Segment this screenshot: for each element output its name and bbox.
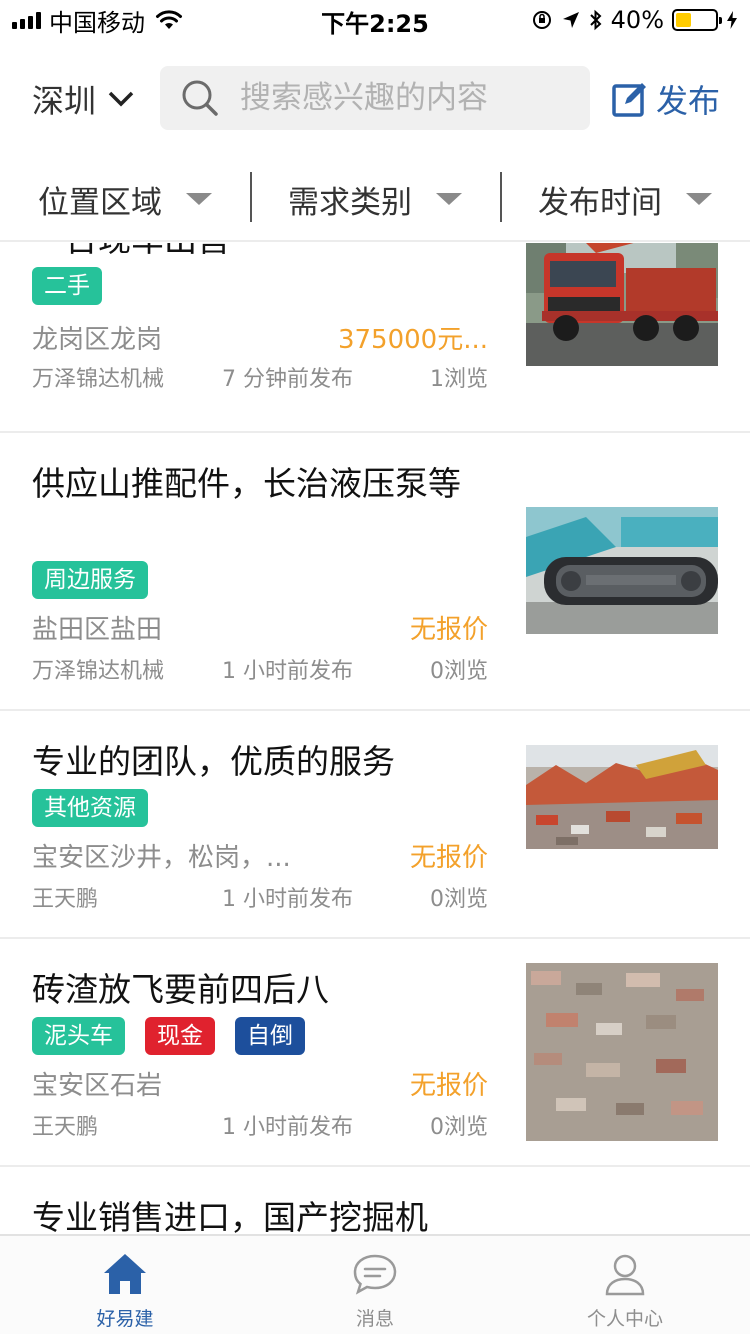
brick-debris-photo [526,963,718,1141]
listing-publisher: 万泽锦达机械 [32,659,165,684]
bluetooth-icon [589,9,602,31]
listing-tag: 其他资源 [32,789,148,827]
listing-meta: 王天鹏 1 小时前发布 0浏览 [32,1109,488,1141]
excavator-track-photo [526,507,718,634]
listing-meta: 万泽锦达机械 1 小时前发布 0浏览 [32,653,488,685]
brick-rubble-photo [526,745,718,849]
listing-price: 375000元... [337,325,488,355]
tab-messages[interactable]: 消息 [250,1236,500,1334]
listing-views: 1浏览 [430,367,488,392]
listing-publisher: 王天鹏 [32,1115,99,1140]
filter-label: 需求类别 [288,184,412,221]
listing-tags: 其他资源 [32,789,148,827]
listing-card[interactable]: 专业的团队，优质的服务 其他资源 宝安区沙井，松岗，... 无报价 王天鹏 1 … [0,711,750,939]
tab-home[interactable]: 好易建 [0,1236,250,1334]
charging-bolt-icon [727,11,737,29]
battery-icon [672,9,722,31]
app-screen: 中国移动 下午2:25 40% 深圳 搜索感兴趣的内容 发布 位置区域 需求类别… [0,0,750,1334]
listing-feed[interactable]: 一台现车出售 二手 龙岗区龙岗 375000元... 万泽锦达机械 7 分钟前发… [0,243,750,1234]
listing-title: 专业销售进口，国产挖掘机 [32,1198,428,1234]
listing-meta: 万泽锦达机械 7 分钟前发布 1浏览 [32,361,488,393]
search-bar[interactable] [160,66,590,130]
city-selector[interactable]: 深圳 [32,76,134,122]
tab-label: 消息 [355,1308,394,1330]
tab-label: 好易建 [96,1308,154,1330]
battery-percentage: 40% [610,6,664,34]
listing-card[interactable]: 专业销售进口，国产挖掘机 [0,1167,750,1234]
listing-thumbnail [526,243,718,366]
listing-card[interactable]: 一台现车出售 二手 龙岗区龙岗 375000元... 万泽锦达机械 7 分钟前发… [0,243,750,433]
listing-tag: 自倒 [235,1017,305,1055]
listing-tag: 周边服务 [32,561,148,599]
listing-published-time: 1 小时前发布 [222,1115,353,1140]
bottom-tab-bar: 好易建 消息 个人中心 [0,1234,750,1334]
filter-location[interactable]: 位置区域 [0,158,250,240]
tab-profile[interactable]: 个人中心 [500,1236,750,1334]
listing-thumbnail [526,507,718,634]
status-bar: 中国移动 下午2:25 40% [0,0,750,40]
listing-published-time: 1 小时前发布 [222,887,353,912]
listing-views: 0浏览 [430,1115,488,1140]
search-input[interactable] [240,80,560,116]
listing-thumbnail [526,963,718,1141]
home-icon [104,1254,146,1294]
listing-published-time: 1 小时前发布 [222,659,353,684]
listing-price: 无报价 [409,1071,488,1101]
listing-price: 无报价 [409,615,488,645]
listing-tag: 现金 [145,1017,215,1055]
listing-location: 盐田区盐田 [32,615,163,645]
listing-location: 龙岗区龙岗 [32,325,163,355]
orientation-lock-icon [532,11,551,29]
listing-thumbnail [526,745,718,849]
listing-views: 0浏览 [430,659,488,684]
edit-icon [612,83,646,117]
listing-price: 无报价 [409,843,488,873]
filter-label: 发布时间 [538,184,662,221]
crane-truck-photo [526,243,718,366]
filter-time[interactable]: 发布时间 [500,158,750,240]
user-icon [605,1254,645,1296]
dropdown-triangle-icon [436,193,462,205]
publish-label: 发布 [656,82,721,120]
listing-location: 宝安区沙井，松岗，... [32,843,291,873]
dropdown-triangle-icon [186,193,212,205]
message-icon [353,1254,397,1295]
listing-views: 0浏览 [430,887,488,912]
dropdown-triangle-icon [686,193,712,205]
listing-publisher: 王天鹏 [32,887,99,912]
listing-tag: 二手 [32,267,102,305]
listing-title: 砖渣放飞要前四后八 [32,970,329,1009]
search-icon [182,80,218,116]
chevron-down-icon [108,91,134,107]
listing-location: 宝安区石岩 [32,1071,163,1101]
listing-title: 供应山推配件，长治液压泵等 [32,464,461,503]
location-arrow-icon [562,12,579,28]
listing-title: 一台现车出售 [32,243,492,265]
filter-category[interactable]: 需求类别 [250,158,500,240]
listing-meta: 王天鹏 1 小时前发布 0浏览 [32,881,488,913]
listing-tags: 二手 [32,267,102,305]
listing-published-time: 7 分钟前发布 [222,367,353,392]
city-label: 深圳 [32,82,97,120]
filter-bar: 位置区域 需求类别 发布时间 [0,158,750,242]
top-header: 深圳 发布 [0,40,750,158]
listing-card[interactable]: 供应山推配件，长治液压泵等 周边服务 盐田区盐田 无报价 万泽锦达机械 1 小时… [0,433,750,711]
listing-title: 专业的团队，优质的服务 [32,742,395,781]
listing-card[interactable]: 砖渣放飞要前四后八 泥头车 现金 自倒 宝安区石岩 无报价 王天鹏 1 小时前发… [0,939,750,1167]
listing-tags: 泥头车 现金 自倒 [32,1017,305,1055]
tab-label: 个人中心 [586,1308,663,1330]
filter-label: 位置区域 [38,184,162,221]
publish-button[interactable]: 发布 [612,76,720,122]
listing-publisher: 万泽锦达机械 [32,367,165,392]
listing-tags: 周边服务 [32,561,148,599]
listing-tag: 泥头车 [32,1017,125,1055]
